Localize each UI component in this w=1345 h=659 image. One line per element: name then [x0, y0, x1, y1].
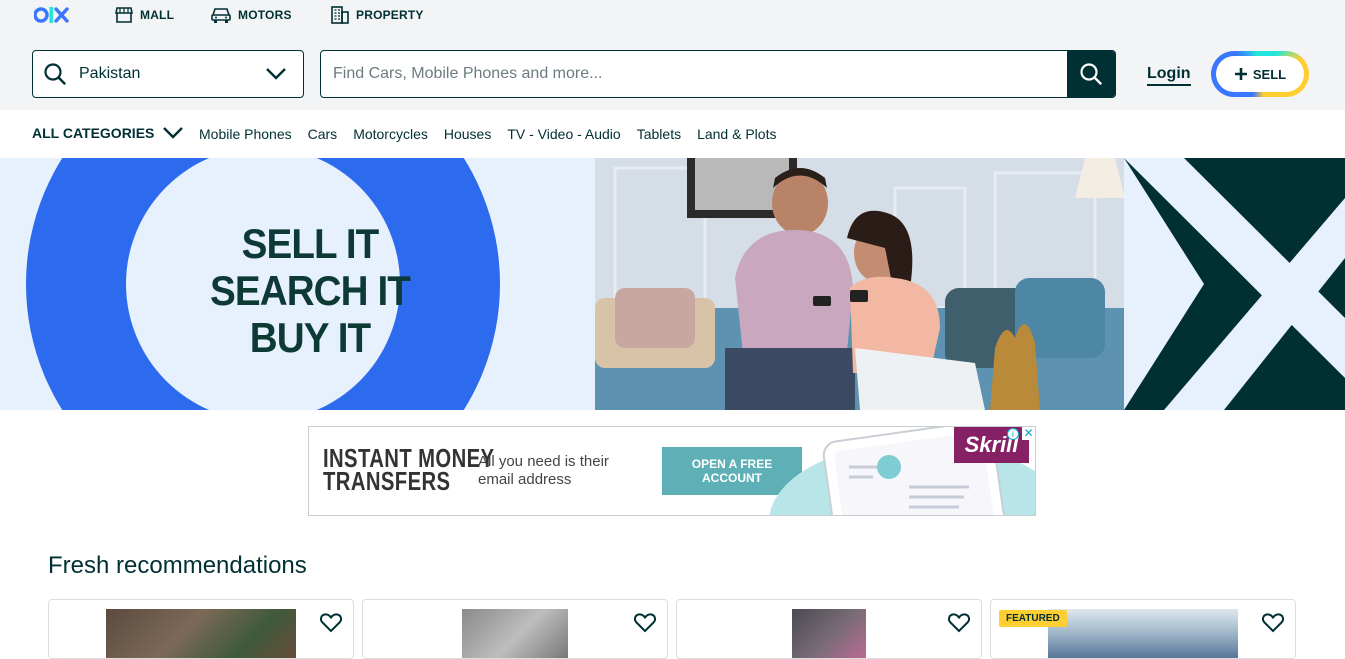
- mall-label: MALL: [140, 8, 175, 22]
- heart-icon[interactable]: [319, 610, 343, 634]
- listing-card[interactable]: FEATURED: [990, 599, 1296, 659]
- banner-text-panel: SELL IT SEARCH IT BUY IT: [0, 158, 595, 410]
- banner-line-1: SELL IT: [241, 220, 380, 267]
- category-tablets[interactable]: Tablets: [637, 126, 681, 142]
- building-icon: [331, 6, 349, 24]
- category-links: Mobile Phones Cars Motorcycles Houses TV…: [199, 126, 776, 142]
- sell-button[interactable]: SELL: [1211, 51, 1309, 97]
- category-tv-video-audio[interactable]: TV - Video - Audio: [507, 126, 620, 142]
- section-title: Fresh recommendations: [48, 552, 307, 579]
- banner-headline: SELL IT SEARCH IT BUY IT: [209, 220, 411, 361]
- storefront-icon: [115, 7, 133, 23]
- top-links: MALL MOTORS PROPERTY: [0, 0, 1345, 30]
- category-motorcycles[interactable]: Motorcycles: [353, 126, 428, 142]
- motors-link[interactable]: MOTORS: [210, 5, 292, 25]
- category-bar: ALL CATEGORIES Mobile Phones Cars Motorc…: [0, 110, 1345, 158]
- plus-icon: [1234, 68, 1247, 80]
- search-bar: [320, 50, 1116, 98]
- banner-x-panel: [1124, 158, 1345, 410]
- heart-icon[interactable]: [1261, 610, 1285, 634]
- heart-icon[interactable]: [633, 610, 657, 634]
- sell-label: SELL: [1252, 66, 1287, 82]
- banner-photo: [595, 158, 1125, 410]
- search-input[interactable]: [321, 51, 1067, 97]
- heart-icon[interactable]: [947, 610, 971, 634]
- search-icon: [1080, 63, 1102, 85]
- listing-card[interactable]: [676, 599, 982, 659]
- category-mobile-phones[interactable]: Mobile Phones: [199, 126, 292, 142]
- ad-close-icon[interactable]: ✕: [1022, 427, 1035, 440]
- x-graphic: [1124, 158, 1345, 410]
- car-icon: [211, 8, 231, 23]
- ad-banner[interactable]: INSTANT MONEY TRANSFERS All you need is …: [308, 426, 1036, 516]
- property-link[interactable]: PROPERTY: [330, 5, 424, 25]
- ad-subtitle: All you need is their email address: [478, 453, 609, 488]
- login-link[interactable]: Login: [1147, 64, 1191, 86]
- chevron-down-icon: [163, 127, 184, 139]
- listing-card[interactable]: [362, 599, 668, 659]
- listing-thumbnail: [462, 609, 568, 658]
- search-button[interactable]: [1067, 51, 1115, 97]
- hero-banner[interactable]: SELL IT SEARCH IT BUY IT: [0, 158, 1345, 410]
- listing-thumbnail: [792, 609, 866, 658]
- banner-photo-illustration: [595, 158, 1125, 410]
- banner-line-2: SEARCH IT: [210, 267, 411, 314]
- sell-button-inner: SELL: [1216, 56, 1304, 92]
- category-cars[interactable]: Cars: [308, 126, 338, 142]
- banner-line-3: BUY IT: [249, 314, 371, 361]
- motors-label: MOTORS: [238, 8, 292, 22]
- chevron-down-icon: [266, 68, 286, 80]
- header: MALL MOTORS PROPERTY Pakistan Find Cars,…: [0, 0, 1345, 110]
- property-label: PROPERTY: [356, 8, 424, 22]
- listing-card[interactable]: [48, 599, 354, 659]
- category-land-plots[interactable]: Land & Plots: [697, 126, 776, 142]
- category-houses[interactable]: Houses: [444, 126, 491, 142]
- mall-link[interactable]: MALL: [114, 5, 174, 25]
- search-icon: [44, 63, 66, 85]
- listing-thumbnail: [1048, 609, 1238, 658]
- all-categories-dropdown[interactable]: ALL CATEGORIES: [32, 125, 184, 141]
- all-categories-label: ALL CATEGORIES: [32, 125, 155, 141]
- ad-title-line-2: TRANSFERS: [323, 466, 451, 496]
- location-select[interactable]: Pakistan: [32, 50, 304, 98]
- ad-title: INSTANT MONEY TRANSFERS: [323, 445, 494, 496]
- olx-logo[interactable]: [34, 5, 72, 25]
- featured-badge: FEATURED: [999, 610, 1067, 627]
- listing-thumbnail: [106, 609, 296, 658]
- location-value: Pakistan: [79, 65, 141, 82]
- ad-info-icon[interactable]: i: [1007, 428, 1019, 440]
